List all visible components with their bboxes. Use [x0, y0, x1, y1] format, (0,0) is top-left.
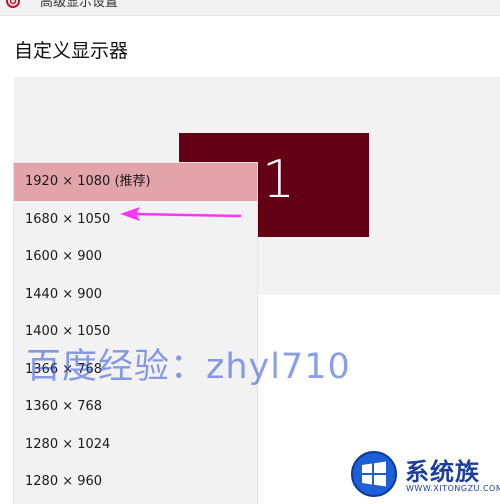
window-title: 高级显示设置 [40, 0, 119, 10]
logo-url: WWW.XITONGZU.COM [406, 484, 500, 493]
logo-name: 系统族 [405, 458, 480, 486]
resolution-option[interactable]: 1360 × 768 [14, 388, 257, 426]
resolution-option[interactable]: 1440 × 900 [14, 276, 257, 314]
site-logo: 系统族 WWW.XITONGZU.COM [348, 446, 500, 504]
gear-icon [6, 0, 20, 8]
resolution-option[interactable]: 1600 × 900 [14, 238, 257, 276]
window-title-bar: 高级显示设置 [0, 0, 500, 16]
resolution-option[interactable]: 1280 × 1024 [14, 426, 257, 464]
resolution-option[interactable]: 1280 × 960 [14, 463, 257, 501]
watermark-text: 百度经验：zhyl710 [26, 347, 351, 387]
monitor-number-label: 1 [262, 150, 296, 210]
page-title: 自定义显示器 [14, 40, 129, 62]
resolution-option[interactable]: 1920 × 1080 (推荐) [14, 163, 257, 201]
annotation-arrow-icon [120, 207, 242, 221]
windows-logo-icon [351, 451, 397, 497]
